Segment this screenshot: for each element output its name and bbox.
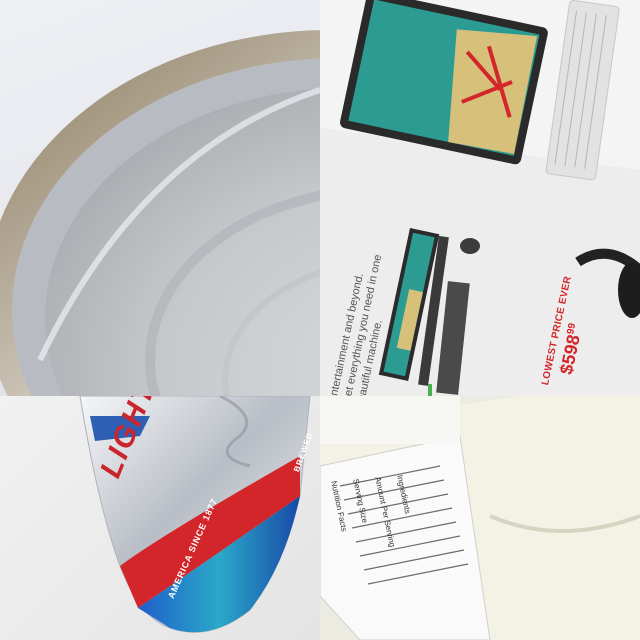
label-line-4: Ingredients	[395, 474, 413, 515]
can-band-text: AMERICA SINCE 1877	[166, 496, 220, 601]
promo-price-cents: 99	[565, 322, 579, 336]
label-line-3: Amount Per Serving	[373, 476, 397, 548]
jug-text-layer: Nutrition Facts Serving Size Amount Per …	[320, 396, 640, 640]
can-text-layer: LIGHT AMERICA SINCE 1877 BREWED	[0, 396, 320, 640]
can-brand: LIGHT	[94, 396, 163, 483]
label-line-2: Serving Size	[351, 478, 370, 524]
crushed-can-photo: LIGHT AMERICA SINCE 1877 BREWED	[0, 396, 320, 640]
can-lid-illustration	[0, 30, 320, 396]
photo-collage: entertainment and beyond. Get everything…	[0, 0, 640, 640]
can-lid-photo	[0, 0, 320, 396]
catalog-text-layer: entertainment and beyond. Get everything…	[320, 0, 640, 396]
catalog-blurb: entertainment and beyond. Get everything…	[326, 250, 399, 396]
plastic-jug-photo: Nutrition Facts Serving Size Amount Per …	[320, 396, 640, 640]
label-line-1: Nutrition Facts	[329, 480, 349, 533]
catalog-photo: entertainment and beyond. Get everything…	[320, 0, 640, 396]
can-side-text: BREWED	[292, 430, 315, 474]
